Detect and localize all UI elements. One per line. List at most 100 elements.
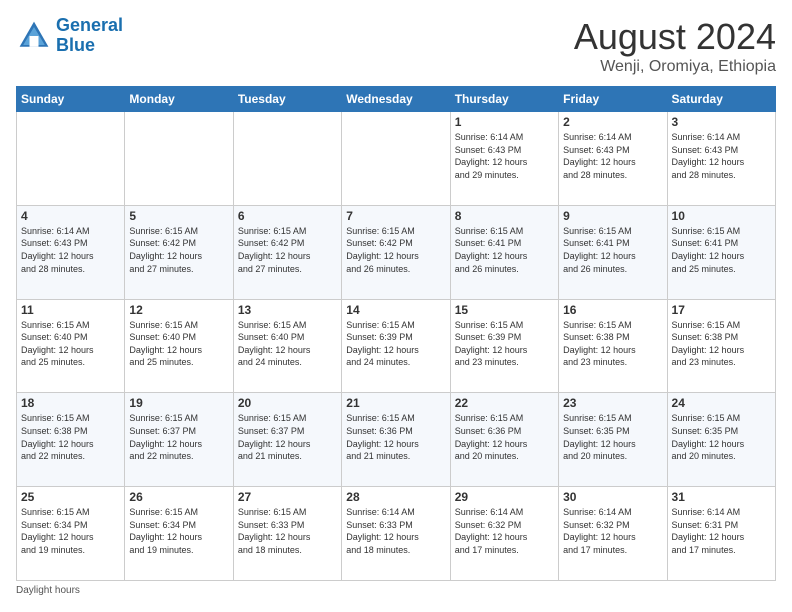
- day-number: 1: [455, 115, 554, 129]
- day-info: Sunrise: 6:14 AM Sunset: 6:31 PM Dayligh…: [672, 506, 771, 556]
- calendar-cell: 19 Sunrise: 6:15 AM Sunset: 6:37 PM Dayli…: [125, 393, 233, 487]
- calendar-cell: 9Sunrise: 6:15 AM Sunset: 6:41 PM Daylig…: [559, 205, 667, 299]
- day-info: Sunrise: 6:15 AM Sunset: 6:42 PM Dayligh…: [129, 225, 228, 275]
- day-number: 3: [672, 115, 771, 129]
- day-info: Sunrise: 6:14 AM Sunset: 6:43 PM Dayligh…: [563, 131, 662, 181]
- logo-icon: [16, 18, 52, 54]
- daylight-label: Daylight hours: [16, 585, 80, 596]
- day-info: Sunrise: 6:15 AM Sunset: 6:35 PM Dayligh…: [672, 412, 771, 462]
- logo-line2: Blue: [56, 35, 95, 55]
- day-info: Sunrise: 6:15 AM Sunset: 6:42 PM Dayligh…: [238, 225, 337, 275]
- day-number: 22: [455, 396, 554, 410]
- day-info: Sunrise: 6:15 AM Sunset: 6:38 PM Dayligh…: [21, 412, 120, 462]
- day-info: Sunrise: 6:15 AM Sunset: 6:39 PM Dayligh…: [346, 319, 445, 369]
- calendar-cell: 18 Sunrise: 6:15 AM Sunset: 6:38 PM Dayli…: [17, 393, 125, 487]
- calendar-cell: 26Sunrise: 6:15 AM Sunset: 6:34 PM Dayli…: [125, 487, 233, 581]
- header: General Blue August 2024 Wenji, Oromiya,…: [16, 16, 776, 76]
- day-number: 6: [238, 209, 337, 223]
- dow-header: Wednesday: [342, 87, 450, 112]
- day-number: 15: [455, 303, 554, 317]
- location: Wenji, Oromiya, Ethiopia: [574, 58, 776, 76]
- calendar-cell: [125, 112, 233, 206]
- calendar-cell: 6 Sunrise: 6:15 AM Sunset: 6:42 PM Daylig…: [233, 205, 341, 299]
- month-title: August 2024: [574, 16, 776, 58]
- calendar-cell: 25 Sunrise: 6:15 AM Sunset: 6:34 PM Dayli…: [17, 487, 125, 581]
- day-info: Sunrise: 6:15 AM Sunset: 6:36 PM Dayligh…: [455, 412, 554, 462]
- day-number: 25: [21, 490, 120, 504]
- day-number: 20: [238, 396, 337, 410]
- calendar-cell: 30 Sunrise: 6:14 AM Sunset: 6:32 PM Dayli…: [559, 487, 667, 581]
- day-info: Sunrise: 6:15 AM Sunset: 6:37 PM Dayligh…: [238, 412, 337, 462]
- day-number: 7: [346, 209, 445, 223]
- calendar-cell: 28Sunrise: 6:14 AM Sunset: 6:33 PM Dayli…: [342, 487, 450, 581]
- day-number: 29: [455, 490, 554, 504]
- day-info: Sunrise: 6:15 AM Sunset: 6:35 PM Dayligh…: [563, 412, 662, 462]
- day-info: Sunrise: 6:14 AM Sunset: 6:32 PM Dayligh…: [455, 506, 554, 556]
- day-number: 28: [346, 490, 445, 504]
- calendar-cell: 29 Sunrise: 6:14 AM Sunset: 6:32 PM Dayli…: [450, 487, 558, 581]
- day-number: 14: [346, 303, 445, 317]
- dow-header: Monday: [125, 87, 233, 112]
- footer: Daylight hours: [16, 585, 776, 596]
- day-number: 24: [672, 396, 771, 410]
- calendar-cell: 20 Sunrise: 6:15 AM Sunset: 6:37 PM Dayli…: [233, 393, 341, 487]
- day-number: 19: [129, 396, 228, 410]
- calendar-cell: 3Sunrise: 6:14 AM Sunset: 6:43 PM Daylig…: [667, 112, 775, 206]
- day-info: Sunrise: 6:15 AM Sunset: 6:33 PM Dayligh…: [238, 506, 337, 556]
- calendar-cell: 11Sunrise: 6:15 AM Sunset: 6:40 PM Dayli…: [17, 299, 125, 393]
- day-info: Sunrise: 6:15 AM Sunset: 6:39 PM Dayligh…: [455, 319, 554, 369]
- logo-text: General Blue: [56, 16, 123, 56]
- calendar-cell: 24 Sunrise: 6:15 AM Sunset: 6:35 PM Dayli…: [667, 393, 775, 487]
- day-number: 27: [238, 490, 337, 504]
- calendar-cell: 5 Sunrise: 6:15 AM Sunset: 6:42 PM Daylig…: [125, 205, 233, 299]
- page: General Blue August 2024 Wenji, Oromiya,…: [0, 0, 792, 612]
- dow-header: Sunday: [17, 87, 125, 112]
- day-info: Sunrise: 6:15 AM Sunset: 6:40 PM Dayligh…: [129, 319, 228, 369]
- day-number: 17: [672, 303, 771, 317]
- day-info: Sunrise: 6:15 AM Sunset: 6:40 PM Dayligh…: [21, 319, 120, 369]
- calendar-cell: [342, 112, 450, 206]
- calendar-cell: 1 Sunrise: 6:14 AM Sunset: 6:43 PM Daylig…: [450, 112, 558, 206]
- calendar-cell: 21 Sunrise: 6:15 AM Sunset: 6:36 PM Dayli…: [342, 393, 450, 487]
- day-number: 18: [21, 396, 120, 410]
- day-number: 30: [563, 490, 662, 504]
- day-number: 12: [129, 303, 228, 317]
- day-info: Sunrise: 6:15 AM Sunset: 6:34 PM Dayligh…: [129, 506, 228, 556]
- day-number: 4: [21, 209, 120, 223]
- day-number: 21: [346, 396, 445, 410]
- day-info: Sunrise: 6:15 AM Sunset: 6:36 PM Dayligh…: [346, 412, 445, 462]
- title-block: August 2024 Wenji, Oromiya, Ethiopia: [574, 16, 776, 76]
- dow-header: Thursday: [450, 87, 558, 112]
- calendar-cell: 14 Sunrise: 6:15 AM Sunset: 6:39 PM Dayli…: [342, 299, 450, 393]
- calendar-cell: 13 Sunrise: 6:15 AM Sunset: 6:40 PM Dayli…: [233, 299, 341, 393]
- calendar-cell: 10 Sunrise: 6:15 AM Sunset: 6:41 PM Dayli…: [667, 205, 775, 299]
- day-info: Sunrise: 6:15 AM Sunset: 6:38 PM Dayligh…: [563, 319, 662, 369]
- day-info: Sunrise: 6:15 AM Sunset: 6:37 PM Dayligh…: [129, 412, 228, 462]
- calendar-cell: 22 Sunrise: 6:15 AM Sunset: 6:36 PM Dayli…: [450, 393, 558, 487]
- day-number: 2: [563, 115, 662, 129]
- day-info: Sunrise: 6:14 AM Sunset: 6:43 PM Dayligh…: [455, 131, 554, 181]
- day-info: Sunrise: 6:14 AM Sunset: 6:32 PM Dayligh…: [563, 506, 662, 556]
- day-number: 5: [129, 209, 228, 223]
- day-info: Sunrise: 6:15 AM Sunset: 6:34 PM Dayligh…: [21, 506, 120, 556]
- calendar-cell: [233, 112, 341, 206]
- day-number: 13: [238, 303, 337, 317]
- calendar-cell: 2 Sunrise: 6:14 AM Sunset: 6:43 PM Daylig…: [559, 112, 667, 206]
- calendar-cell: 17 Sunrise: 6:15 AM Sunset: 6:38 PM Dayli…: [667, 299, 775, 393]
- dow-header: Tuesday: [233, 87, 341, 112]
- day-info: Sunrise: 6:15 AM Sunset: 6:42 PM Dayligh…: [346, 225, 445, 275]
- dow-header: Friday: [559, 87, 667, 112]
- calendar-cell: [17, 112, 125, 206]
- day-info: Sunrise: 6:15 AM Sunset: 6:41 PM Dayligh…: [563, 225, 662, 275]
- day-info: Sunrise: 6:15 AM Sunset: 6:40 PM Dayligh…: [238, 319, 337, 369]
- day-number: 16: [563, 303, 662, 317]
- dow-header: Saturday: [667, 87, 775, 112]
- calendar-cell: 8Sunrise: 6:15 AM Sunset: 6:41 PM Daylig…: [450, 205, 558, 299]
- day-info: Sunrise: 6:15 AM Sunset: 6:41 PM Dayligh…: [672, 225, 771, 275]
- day-info: Sunrise: 6:15 AM Sunset: 6:38 PM Dayligh…: [672, 319, 771, 369]
- calendar-cell: 23Sunrise: 6:15 AM Sunset: 6:35 PM Dayli…: [559, 393, 667, 487]
- day-info: Sunrise: 6:14 AM Sunset: 6:43 PM Dayligh…: [21, 225, 120, 275]
- day-number: 10: [672, 209, 771, 223]
- logo-line1: General: [56, 15, 123, 35]
- calendar-cell: 4 Sunrise: 6:14 AM Sunset: 6:43 PM Daylig…: [17, 205, 125, 299]
